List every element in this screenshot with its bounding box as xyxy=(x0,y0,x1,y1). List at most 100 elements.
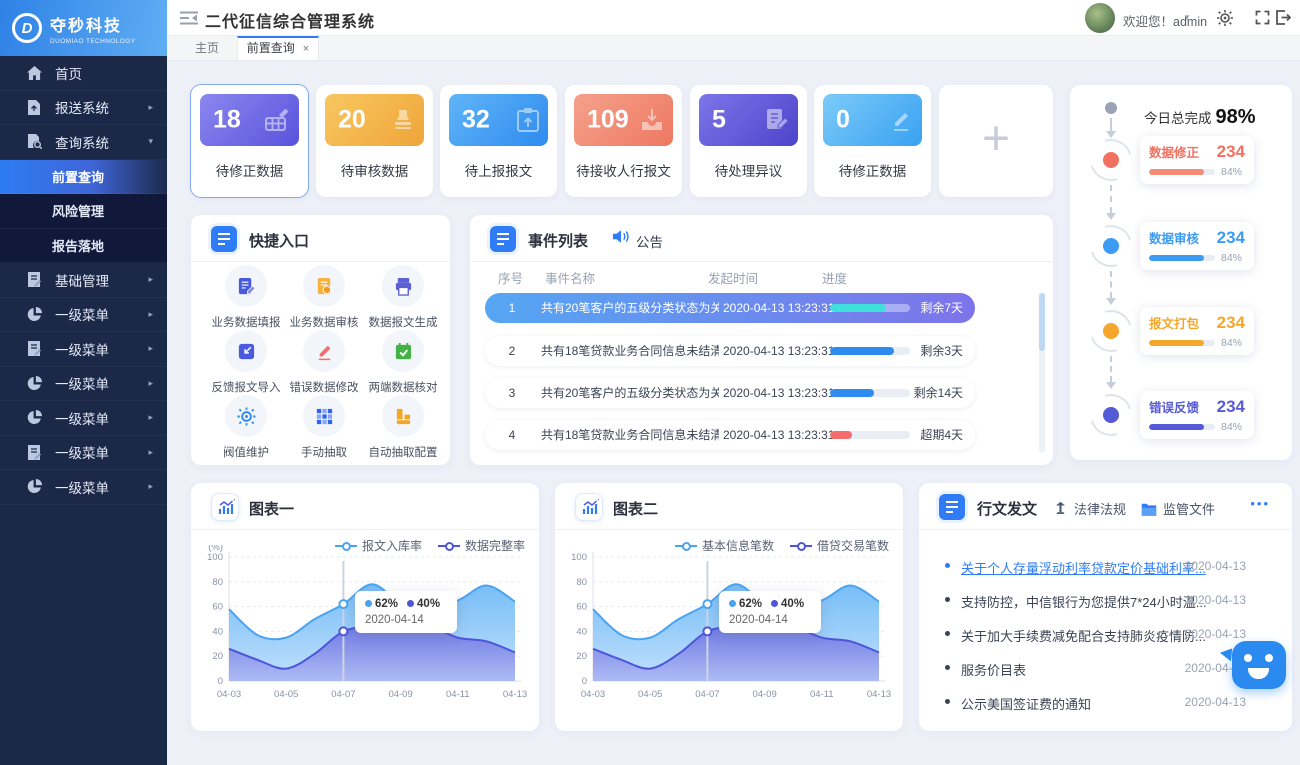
step-card-error-feedback[interactable]: 错误反馈234 84% xyxy=(1140,391,1254,439)
step-dot-indigo xyxy=(1103,407,1119,423)
quick-item-auto-extract-config[interactable]: 自动抽取配置 xyxy=(361,395,445,460)
sidebar-item-home[interactable]: 首页 xyxy=(0,56,167,91)
tab-label: 前置查询 xyxy=(247,41,295,55)
doc-date: 2020-04-13 xyxy=(1185,627,1246,641)
page-title: 二代征信综合管理系统 xyxy=(205,8,375,32)
tooltip-date: 2020-04-14 xyxy=(365,614,447,626)
svg-text:60: 60 xyxy=(576,602,587,613)
avatar[interactable] xyxy=(1085,3,1115,33)
progress-bar xyxy=(1149,255,1215,261)
step-card-data-fix[interactable]: 数据修正234 84% xyxy=(1140,136,1254,184)
event-name: 共有20笔客户的五级分类状态为关注... xyxy=(541,293,719,323)
doc-edit-icon xyxy=(26,272,42,287)
step-card-data-review[interactable]: 数据审核234 84% xyxy=(1140,222,1254,270)
stat-card-pending-dispute[interactable]: 5 待处理异议 xyxy=(690,85,807,197)
stat-value: 32 xyxy=(462,106,490,135)
speaker-icon xyxy=(612,229,630,244)
home-icon xyxy=(26,66,42,80)
sidebar-item-risk-management[interactable]: 风险管理 xyxy=(0,194,167,229)
stat-card-pending-review[interactable]: 20 待审核数据 xyxy=(316,85,433,197)
chevron-down-icon[interactable]: ▼ xyxy=(1183,13,1191,22)
tab-home[interactable]: 主页 xyxy=(177,36,237,61)
step-card-message-pack[interactable]: 报文打包234 84% xyxy=(1140,307,1254,355)
sidebar-item-report-system[interactable]: 报送系统 ▸ xyxy=(0,91,167,126)
collapse-menu-icon[interactable] xyxy=(180,11,198,30)
step-percent: 84% xyxy=(1221,421,1242,433)
quick-item-feedback-import[interactable]: 反馈报文导入 xyxy=(204,330,288,395)
more-menu-icon[interactable]: ••• xyxy=(1250,496,1270,511)
sidebar: D 夺秒科技 DUOMIAO TECHNOLOGY 首页 报送系统 ▸ 查询系统… xyxy=(0,0,167,765)
stat-value: 109 xyxy=(587,106,629,135)
stat-badge: 20 xyxy=(325,94,424,146)
table-row[interactable]: 2 共有18笔贷款业务合同信息未结清 2020-04-13 13:23:31 剩… xyxy=(485,336,975,366)
doc-edit-icon xyxy=(26,445,42,460)
sidebar-item-front-query[interactable]: 前置查询 xyxy=(0,160,167,195)
quick-item-message-generate[interactable]: 数据报文生成 xyxy=(361,265,445,330)
sidebar-item-level1-menu-1[interactable]: 一级菜单 ▸ xyxy=(0,298,167,333)
doc-edit-icon xyxy=(765,108,789,132)
step-value: 234 xyxy=(1217,142,1245,162)
doc-list-item[interactable]: 关于个人存量浮动利率贷款定价基础利率... 2020-04-13 xyxy=(943,555,1268,579)
stat-label: 待修正数据 xyxy=(191,160,308,180)
brand-logo[interactable]: D 夺秒科技 DUOMIAO TECHNOLOGY xyxy=(0,0,167,56)
quick-item-data-review[interactable]: 业务数据审核 xyxy=(282,265,366,330)
quick-item-data-fill[interactable]: 业务数据填报 xyxy=(204,265,288,330)
sidebar-item-level1-menu-6[interactable]: 一级菜单 ▸ xyxy=(0,470,167,505)
tab-regulatory-files[interactable]: 监管文件 xyxy=(1141,499,1215,518)
stat-card-pending-fix[interactable]: 18 待修正数据 xyxy=(191,85,308,197)
doc-list-item[interactable]: 支持防控，中信银行为您提供7*24小时温... 2020-04-13 xyxy=(943,589,1268,613)
stat-card-pending-receive[interactable]: 109 待接收人行报文 xyxy=(565,85,682,197)
scrollbar-thumb[interactable] xyxy=(1039,293,1045,351)
quick-item-error-edit[interactable]: 错误数据修改 xyxy=(282,330,366,395)
chat-widget-button[interactable] xyxy=(1232,641,1286,689)
progress-bar xyxy=(830,389,910,397)
table-row[interactable]: 3 共有20笔客户的五级分类状态为关注 2020-04-13 13:23:31 … xyxy=(485,378,975,408)
doc-list-item[interactable]: 服务价目表 2020-04-13 xyxy=(943,657,1268,681)
quick-item-label: 业务数据审核 xyxy=(282,314,366,330)
stat-value: 20 xyxy=(338,106,366,135)
gear-icon[interactable] xyxy=(1217,10,1233,31)
add-card-button[interactable]: + xyxy=(939,85,1053,197)
today-total-title: 今日总完成98% xyxy=(1144,106,1256,129)
stat-card-pending-upload[interactable]: 32 待上报报文 xyxy=(440,85,557,197)
svg-text:04-11: 04-11 xyxy=(810,689,834,700)
sidebar-item-label: 一级菜单 xyxy=(55,408,109,428)
pie-icon xyxy=(26,376,42,391)
event-no: 4 xyxy=(499,420,525,450)
sidebar-item-level1-menu-5[interactable]: 一级菜单 ▸ xyxy=(0,436,167,471)
sidebar-item-level1-menu-4[interactable]: 一级菜单 ▸ xyxy=(0,401,167,436)
user-welcome[interactable]: 欢迎您！admin xyxy=(1123,11,1207,30)
sidebar-item-level1-menu-2[interactable]: 一级菜单 ▸ xyxy=(0,332,167,367)
welcome-text: 欢迎您！ xyxy=(1123,15,1173,29)
table-row[interactable]: 1 共有20笔客户的五级分类状态为关注... 2020-04-13 13:23:… xyxy=(485,293,975,323)
tab-law-regulations[interactable]: 法律法规 xyxy=(1053,499,1126,518)
chart-tooltip: 62% 40% 2020-04-14 xyxy=(355,591,457,633)
sidebar-item-label: 报告落地 xyxy=(52,236,104,255)
stat-badge: 109 xyxy=(574,94,673,146)
fullscreen-icon[interactable] xyxy=(1255,10,1270,30)
sidebar-item-basic-management[interactable]: 基础管理 ▸ xyxy=(0,263,167,298)
tab-front-query[interactable]: 前置查询 × xyxy=(237,36,319,61)
sidebar-item-report-landing[interactable]: 报告落地 xyxy=(0,229,167,264)
quick-item-manual-extract[interactable]: 手动抽取 xyxy=(282,395,366,460)
event-time: 2020-04-13 13:23:31 xyxy=(723,336,834,366)
stat-card-pending-fix-2[interactable]: 0 待修正数据 xyxy=(814,85,931,197)
logout-icon[interactable] xyxy=(1275,10,1291,30)
divider xyxy=(919,529,1292,530)
sidebar-item-label: 一级菜单 xyxy=(55,373,109,393)
notice-link[interactable]: 公告 xyxy=(636,231,663,251)
doc-list-item[interactable]: 关于加大手续费减免配合支持肺炎疫情防... 2020-04-13 xyxy=(943,623,1268,647)
doc-edit-icon xyxy=(26,341,42,356)
documents-panel: 行文发文 法律法规 监管文件 ••• 关于个人存量浮动利率贷款定价基础利率...… xyxy=(919,483,1292,731)
sidebar-item-label: 查询系统 xyxy=(55,132,109,152)
arrow-down-icon xyxy=(1106,298,1116,310)
quick-item-threshold[interactable]: 阀值维护 xyxy=(204,395,288,460)
sidebar-item-level1-menu-3[interactable]: 一级菜单 ▸ xyxy=(0,367,167,402)
doc-pencil-icon xyxy=(225,265,267,307)
progress-bar xyxy=(1149,169,1215,175)
quick-item-data-check[interactable]: 两端数据核对 xyxy=(361,330,445,395)
sidebar-item-query-system[interactable]: 查询系统 ▾ xyxy=(0,125,167,160)
close-icon[interactable]: × xyxy=(303,43,309,55)
doc-list-item[interactable]: 公示美国签证费的通知 2020-04-13 xyxy=(943,691,1268,715)
table-row[interactable]: 4 共有18笔贷款业务合同信息未结清 2020-04-13 13:23:31 超… xyxy=(485,420,975,450)
